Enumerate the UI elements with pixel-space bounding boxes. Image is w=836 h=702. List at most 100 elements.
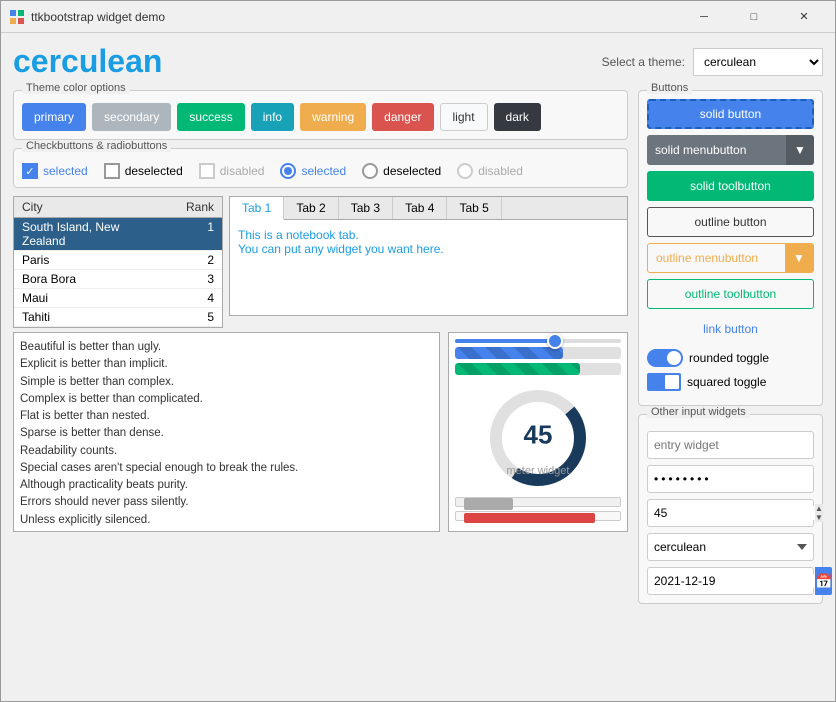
table-row[interactable]: Tahiti 5 (14, 308, 222, 327)
btn-primary[interactable]: primary (22, 103, 86, 131)
donut-label: meter widget (507, 465, 570, 477)
outline-toolbutton[interactable]: outline toolbutton (647, 279, 814, 309)
solid-button[interactable]: solid button (647, 99, 814, 129)
main-area: Theme color options primary secondary su… (13, 90, 823, 612)
date-input[interactable]: 2021-12-19 (648, 574, 815, 588)
app-icon (9, 9, 25, 25)
spinbox-widget: 45 ▲ ▼ (647, 499, 814, 527)
zen-line: Complex is better than complicated. (20, 391, 433, 408)
spinbox-input[interactable]: 45 (648, 506, 815, 520)
header-row: cerculean Select a theme: cerculean flat… (13, 43, 823, 80)
combobox-widget[interactable]: cerculean flatly darkly (647, 533, 814, 561)
btn-dark[interactable]: dark (494, 103, 541, 131)
rank-cell: 5 (164, 310, 214, 324)
theme-label: Select a theme: (602, 55, 685, 69)
password-widget[interactable] (647, 465, 814, 493)
minimize-button[interactable]: ─ (681, 1, 727, 33)
table-row[interactable]: South Island, New Zealand 1 (14, 218, 222, 251)
squared-toggle-label: squared toggle (687, 375, 766, 389)
theme-colors-section: Theme color options primary secondary su… (13, 90, 628, 140)
main-content: cerculean Select a theme: cerculean flat… (1, 33, 835, 701)
tab-2[interactable]: Tab 2 (284, 197, 338, 219)
buttons-section: Buttons solid button solid menubutton ▼ … (638, 90, 823, 406)
notebook-line1: This is a notebook tab. (238, 228, 619, 242)
radio-deselected[interactable]: deselected (362, 163, 441, 179)
btn-warning[interactable]: warning (300, 103, 366, 131)
calendar-icon[interactable]: 📅 (815, 567, 832, 595)
checkbox-deselected[interactable] (104, 163, 120, 179)
meter-area: 45 meter widget (448, 332, 628, 532)
checkbox-selected[interactable]: ✓ (22, 163, 38, 179)
check-selected[interactable]: ✓ selected (22, 163, 88, 179)
radio-deselected-outer[interactable] (362, 163, 378, 179)
btn-danger[interactable]: danger (372, 103, 433, 131)
squared-toggle-row: squared toggle (647, 373, 814, 391)
app-title: cerculean (13, 43, 602, 80)
outline-button[interactable]: outline button (647, 207, 814, 237)
titlebar-title: ttkbootstrap widget demo (31, 10, 681, 24)
table-row[interactable]: Bora Bora 3 (14, 270, 222, 289)
solid-menubutton-arrow: ▼ (786, 135, 814, 165)
zen-line: Special cases aren't special enough to b… (20, 460, 433, 477)
btn-success[interactable]: success (177, 103, 244, 131)
scrollbar-thumb (464, 498, 513, 510)
scrollbar-h2[interactable] (455, 511, 621, 521)
table-row[interactable]: Paris 2 (14, 251, 222, 270)
zen-line: Unless explicitly silenced. (20, 512, 433, 529)
check-label-disabled: disabled (220, 164, 265, 178)
spinbox-up[interactable]: ▲ (815, 504, 823, 513)
slider-track[interactable] (455, 339, 621, 343)
zen-line: Explicit is better than implicit. (20, 356, 433, 373)
city-cell: Maui (22, 291, 164, 305)
zen-line: Errors should never pass silently. (20, 494, 433, 511)
city-cell: Paris (22, 253, 164, 267)
radio-selected[interactable]: selected (280, 163, 346, 179)
scrollbar-h[interactable] (455, 497, 621, 507)
theme-colors-label: Theme color options (22, 82, 130, 94)
outline-menubutton[interactable]: outline menubutton ▼ (647, 243, 814, 273)
list-area: City Rank South Island, New Zealand 1 Pa… (13, 196, 223, 316)
rounded-toggle[interactable] (647, 349, 683, 367)
zen-line: Beautiful is better than ugly. (20, 339, 433, 356)
radio-label-deselected: deselected (383, 164, 441, 178)
tab-1[interactable]: Tab 1 (230, 197, 284, 220)
theme-selector: Select a theme: cerculean flatly darkly … (602, 48, 823, 76)
entry-widget[interactable] (647, 431, 814, 459)
city-cell: Tahiti (22, 310, 164, 324)
tab-3[interactable]: Tab 3 (339, 197, 393, 219)
donut-value: 45 (524, 419, 553, 450)
rank-cell: 3 (164, 272, 214, 286)
solid-menubutton[interactable]: solid menubutton ▼ (647, 135, 814, 165)
tab-5[interactable]: Tab 5 (447, 197, 501, 219)
spinbox-down[interactable]: ▼ (815, 513, 823, 522)
check-deselected[interactable]: deselected (104, 163, 183, 179)
zen-text-area[interactable]: Beautiful is better than ugly. Explicit … (13, 332, 440, 532)
squared-toggle[interactable] (647, 373, 681, 391)
slider-fill (455, 339, 555, 343)
maximize-button[interactable]: □ (731, 1, 777, 33)
link-button[interactable]: link button (647, 315, 814, 343)
checkbox-disabled (199, 163, 215, 179)
btn-info[interactable]: info (251, 103, 294, 131)
date-widget: 2021-12-19 📅 (647, 567, 814, 595)
close-button[interactable]: ✕ (781, 1, 827, 33)
tab-4[interactable]: Tab 4 (393, 197, 447, 219)
checkradio-row: ✓ selected deselected disabled (22, 163, 619, 179)
rounded-toggle-knob (667, 351, 681, 365)
zen-line: Flat is better than nested. (20, 408, 433, 425)
theme-select[interactable]: cerculean flatly darkly solar superhero (693, 48, 823, 76)
city-table: City Rank South Island, New Zealand 1 Pa… (13, 196, 223, 328)
solid-toolbutton[interactable]: solid toolbutton (647, 171, 814, 201)
btn-secondary[interactable]: secondary (92, 103, 171, 131)
check-disabled: disabled (199, 163, 265, 179)
city-cell: Bora Bora (22, 272, 164, 286)
city-cell: South Island, New Zealand (22, 220, 164, 248)
progress-bar-green (455, 363, 621, 375)
rank-cell: 4 (164, 291, 214, 305)
solid-menubutton-label: solid menubutton (647, 143, 786, 157)
btn-light[interactable]: light (440, 103, 488, 131)
checkradio-section: Checkbuttons & radiobuttons ✓ selected (13, 148, 628, 188)
radio-disabled: disabled (457, 163, 523, 179)
table-row[interactable]: Maui 4 (14, 289, 222, 308)
radio-selected-outer[interactable] (280, 163, 296, 179)
